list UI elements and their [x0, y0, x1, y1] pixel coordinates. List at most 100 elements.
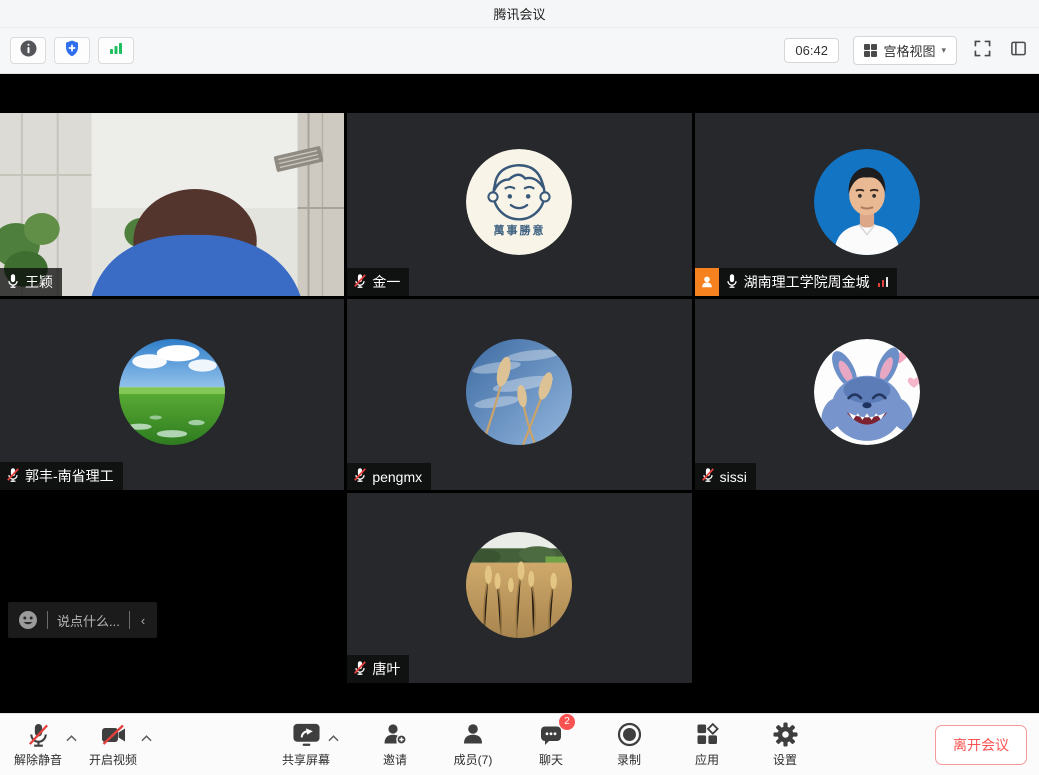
- unmute-label: 解除静音: [14, 751, 62, 768]
- share-screen-button[interactable]: 共享屏幕: [280, 721, 332, 768]
- device-controls: 解除静音 开启视频: [12, 721, 156, 768]
- network-status-button[interactable]: [98, 37, 134, 64]
- mic-muted-icon: [353, 273, 367, 292]
- leave-meeting-button[interactable]: 离开会议: [935, 725, 1027, 765]
- name-row: sissi: [695, 463, 756, 490]
- meeting-controls: 共享屏幕 邀请 成员(7) 2: [156, 721, 935, 768]
- empty-cell: [695, 493, 1039, 683]
- apps-grid-icon: [696, 721, 719, 748]
- camera-off-icon: [100, 721, 127, 748]
- avatar-caption: 萬事勝意: [466, 222, 572, 238]
- chat-label: 聊天: [539, 751, 563, 768]
- shield-icon: [64, 40, 80, 62]
- participant-tile-wangying[interactable]: 王颖: [0, 113, 344, 296]
- record-label: 录制: [617, 751, 641, 768]
- mic-muted-icon: [6, 467, 20, 486]
- empty-cell: [0, 493, 344, 683]
- view-mode-label: 宫格视图: [883, 41, 935, 60]
- name-row: 王颖: [0, 268, 62, 296]
- invite-button[interactable]: 邀请: [369, 721, 421, 768]
- participant-tile-guofeng[interactable]: 郭丰-南省理工: [0, 299, 344, 490]
- record-icon: [617, 721, 642, 748]
- apps-label: 应用: [695, 751, 719, 768]
- mic-options-chevron[interactable]: [64, 727, 79, 749]
- participant-grid: 王颖: [0, 113, 1039, 683]
- invite-person-icon: [382, 721, 408, 748]
- video-stage: 王颖: [0, 74, 1039, 713]
- meeting-timer: 06:42: [784, 38, 839, 63]
- info-icon: [20, 40, 37, 62]
- meeting-info-button[interactable]: [10, 37, 46, 64]
- avatar: [466, 339, 572, 445]
- chat-unread-badge: 2: [559, 714, 575, 730]
- avatar: [466, 532, 572, 638]
- start-video-button[interactable]: 开启视频: [87, 721, 139, 768]
- apps-button[interactable]: 应用: [681, 721, 733, 768]
- grid-view-icon: [864, 44, 878, 58]
- side-panel-icon: [1010, 40, 1027, 62]
- quick-chat-input[interactable]: 说点什么...: [57, 611, 120, 630]
- participant-name: sissi: [720, 469, 747, 485]
- top-left-buttons: [10, 37, 134, 64]
- name-row: 金一: [347, 268, 409, 296]
- mic-muted-icon: [353, 467, 367, 486]
- fullscreen-icon: [974, 40, 991, 62]
- name-row: 郭丰-南省理工: [0, 462, 123, 490]
- emoji-smiley-icon[interactable]: [18, 610, 38, 630]
- participant-tile-sissi[interactable]: sissi: [695, 299, 1039, 490]
- window-title: 腾讯会议: [493, 4, 545, 23]
- invite-label: 邀请: [383, 751, 407, 768]
- top-toolbar: 06:42 宫格视图 ▾: [0, 28, 1039, 74]
- side-panel-toggle-button[interactable]: [1007, 40, 1029, 62]
- mic-muted-icon: [701, 467, 715, 486]
- mic-on-icon: [725, 273, 739, 292]
- security-button[interactable]: [54, 37, 90, 64]
- members-label: 成员(7): [454, 751, 493, 768]
- avatar: [814, 149, 920, 255]
- mic-muted-icon: [353, 660, 367, 679]
- mic-muted-icon: [26, 721, 51, 748]
- chevron-down-icon: ▾: [941, 45, 946, 56]
- weak-signal-icon: [878, 277, 889, 287]
- mic-on-icon: [6, 273, 20, 292]
- network-signal-icon: [108, 41, 124, 60]
- tencent-meeting-window: 腾讯会议 06:42 宫格视图: [0, 0, 1039, 775]
- avatar: 萬事勝意: [466, 149, 572, 255]
- participant-name: 金一: [372, 272, 400, 292]
- unmute-button[interactable]: 解除静音: [12, 721, 64, 768]
- fullscreen-button[interactable]: [971, 40, 993, 62]
- name-row: pengmx: [347, 463, 431, 490]
- participant-name: 湖南理工学院周金城: [744, 272, 870, 292]
- participant-tile-zhoujincheng[interactable]: 湖南理工学院周金城: [695, 113, 1039, 296]
- participant-name: 郭丰-南省理工: [25, 466, 114, 486]
- participant-name: 王颖: [25, 272, 53, 292]
- presenter-badge-icon: [695, 268, 719, 296]
- video-options-chevron[interactable]: [139, 727, 154, 749]
- settings-label: 设置: [773, 751, 797, 768]
- avatar: [119, 339, 225, 445]
- top-right-controls: 06:42 宫格视图 ▾: [784, 36, 1029, 65]
- members-button[interactable]: 成员(7): [447, 721, 499, 768]
- members-icon: [461, 721, 485, 748]
- gear-icon: [773, 721, 798, 748]
- view-mode-button[interactable]: 宫格视图 ▾: [853, 36, 957, 65]
- participant-name: 唐叶: [372, 659, 400, 679]
- record-button[interactable]: 录制: [603, 721, 655, 768]
- settings-button[interactable]: 设置: [759, 721, 811, 768]
- participant-tile-pengmx[interactable]: pengmx: [347, 299, 691, 490]
- window-titlebar: 腾讯会议: [0, 0, 1039, 28]
- bottom-toolbar: 解除静音 开启视频 共享屏幕: [0, 713, 1039, 775]
- participant-tile-tangye[interactable]: 唐叶: [347, 493, 691, 683]
- participant-name: pengmx: [372, 469, 422, 485]
- avatar: [814, 339, 920, 445]
- chat-button[interactable]: 2 聊天: [525, 721, 577, 768]
- quick-chat-bar: 说点什么... ‹: [8, 602, 157, 638]
- participant-tile-jinyi[interactable]: 萬事勝意 金一: [347, 113, 691, 296]
- name-row: 湖南理工学院周金城: [695, 268, 898, 296]
- share-screen-label: 共享屏幕: [282, 751, 330, 768]
- divider: [129, 611, 130, 629]
- share-screen-icon: [292, 721, 321, 748]
- name-row: 唐叶: [347, 655, 409, 683]
- chevron-left-icon[interactable]: ‹: [139, 613, 147, 628]
- start-video-label: 开启视频: [89, 751, 137, 768]
